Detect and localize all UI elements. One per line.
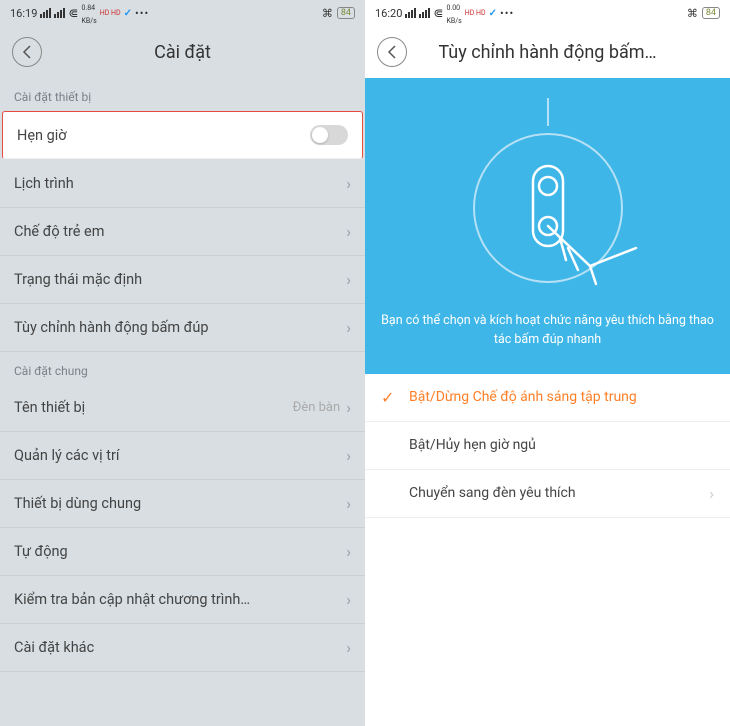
row-label: Tùy chỉnh hành động bấm đúp (14, 319, 208, 336)
chevron-right-icon: › (346, 222, 351, 241)
chevron-right-icon: › (346, 590, 351, 609)
toggle-switch[interactable] (310, 125, 348, 145)
row-auto[interactable]: Tự động › (0, 528, 365, 576)
section-label-device: Cài đặt thiết bị (0, 78, 365, 110)
bluetooth-icon: ⌘ (322, 7, 333, 20)
row-shared-device[interactable]: Thiết bị dùng chung › (0, 480, 365, 528)
row-locations[interactable]: Quản lý các vị trí › (0, 432, 365, 480)
row-schedule[interactable]: Lịch trình › (0, 160, 365, 208)
chevron-right-icon: › (346, 270, 351, 289)
status-bar: 16:20 ⋐ 0.00KB/s HD HD ✓ ••• ⌘ 84 (365, 0, 730, 26)
check-icon: ✓ (381, 388, 403, 407)
option-favorite-light[interactable]: Chuyển sang đèn yêu thích › (365, 470, 730, 518)
option-label: Bật/Dừng Chế độ ánh sáng tập trung (409, 389, 714, 405)
option-label: Chuyển sang đèn yêu thích (409, 485, 709, 501)
row-label: Lịch trình (14, 175, 74, 192)
chevron-left-icon (22, 45, 32, 59)
clock: 16:19 (10, 7, 37, 20)
signal-icon-2 (419, 8, 430, 18)
row-timer[interactable]: Hẹn giờ (2, 111, 363, 159)
check-icon: ✓ (124, 8, 132, 19)
row-double-tap[interactable]: Tùy chỉnh hành động bấm đúp › (0, 304, 365, 352)
chevron-right-icon: › (346, 638, 351, 657)
option-sleep-timer[interactable]: Bật/Hủy hẹn giờ ngủ (365, 422, 730, 470)
back-button[interactable] (377, 37, 407, 67)
row-other-settings[interactable]: Cài đặt khác › (0, 624, 365, 672)
row-label: Kiểm tra bản cập nhật chương trình… (14, 591, 250, 608)
option-label: Bật/Hủy hẹn giờ ngủ (409, 437, 714, 453)
row-device-name[interactable]: Tên thiết bị Đèn bàn › (0, 384, 365, 432)
hero-text: Bạn có thể chọn và kích hoạt chức năng y… (379, 312, 716, 350)
chevron-right-icon: › (709, 484, 714, 503)
chevron-right-icon: › (346, 318, 351, 337)
signal-icon (405, 8, 416, 18)
chevron-right-icon: › (346, 494, 351, 513)
back-button[interactable] (12, 37, 42, 67)
chevron-right-icon: › (346, 542, 351, 561)
page-title: Cài đặt (154, 42, 211, 63)
option-focus-light[interactable]: ✓ Bật/Dừng Chế độ ánh sáng tập trung (365, 374, 730, 422)
check-icon: ✓ (489, 8, 497, 19)
header: Cài đặt (0, 26, 365, 78)
row-label: Trạng thái mặc định (14, 271, 142, 288)
row-default-state[interactable]: Trạng thái mặc định › (0, 256, 365, 304)
row-label: Thiết bị dùng chung (14, 495, 141, 512)
more-icon: ••• (500, 7, 514, 20)
row-label: Cài đặt khác (14, 639, 94, 656)
bluetooth-icon: ⌘ (687, 7, 698, 20)
sim-indicator: HD HD (100, 9, 121, 17)
clock: 16:20 (375, 7, 402, 20)
battery-indicator: 84 (702, 7, 720, 19)
row-label: Chế độ trẻ em (14, 223, 104, 240)
chevron-right-icon: › (346, 174, 351, 193)
chevron-left-icon (387, 45, 397, 59)
row-label: Hẹn giờ (17, 127, 67, 144)
hero-illustration: Bạn có thể chọn và kích hoạt chức năng y… (365, 78, 730, 374)
wifi-icon: ⋐ (68, 6, 78, 20)
row-label: Quản lý các vị trí (14, 447, 120, 464)
right-screen: 16:20 ⋐ 0.00KB/s HD HD ✓ ••• ⌘ 84 Tùy ch… (365, 0, 730, 726)
row-label: Tên thiết bị (14, 399, 85, 416)
sim-indicator: HD HD (465, 9, 486, 17)
net-speed: 0.84KB/s (81, 0, 96, 26)
more-icon: ••• (135, 7, 149, 20)
net-speed: 0.00KB/s (446, 0, 461, 26)
page-title: Tùy chỉnh hành động bấm… (438, 42, 656, 63)
device-illustration (448, 98, 648, 298)
row-value: Đèn bàn (293, 400, 341, 415)
row-label: Tự động (14, 543, 68, 560)
header: Tùy chỉnh hành động bấm… (365, 26, 730, 78)
chevron-right-icon: › (346, 398, 351, 417)
status-bar: 16:19 ⋐ 0.84KB/s HD HD ✓ ••• ⌘ 84 (0, 0, 365, 26)
chevron-right-icon: › (346, 446, 351, 465)
left-screen: 16:19 ⋐ 0.84KB/s HD HD ✓ ••• ⌘ 84 Cài đặ… (0, 0, 365, 726)
battery-indicator: 84 (337, 7, 355, 19)
row-child-mode[interactable]: Chế độ trẻ em › (0, 208, 365, 256)
signal-icon-2 (54, 8, 65, 18)
section-label-general: Cài đặt chung (0, 352, 365, 384)
row-firmware[interactable]: Kiểm tra bản cập nhật chương trình… › (0, 576, 365, 624)
wifi-icon: ⋐ (433, 6, 443, 20)
signal-icon (40, 8, 51, 18)
